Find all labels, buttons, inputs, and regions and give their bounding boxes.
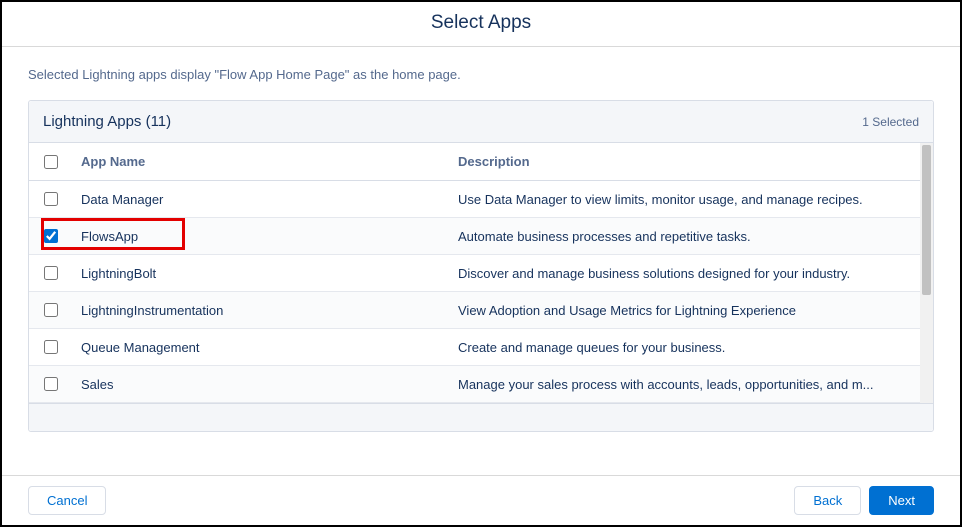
dialog-footer: Cancel Back Next	[2, 475, 960, 525]
row-desc-cell: Manage your sales process with accounts,…	[458, 377, 933, 392]
table-wrapper: App Name Description Data Manager Use Dat…	[29, 143, 933, 403]
row-name-cell: Sales	[73, 377, 458, 392]
row-name: FlowsApp	[81, 229, 138, 244]
row-name: LightningInstrumentation	[81, 303, 223, 318]
row-name-cell: LightningInstrumentation	[73, 303, 458, 318]
footer-right: Back Next	[794, 486, 934, 515]
table-row[interactable]: Queue Management Create and manage queues…	[29, 329, 933, 366]
row-desc-cell: Discover and manage business solutions d…	[458, 266, 933, 281]
row-name: LightningBolt	[81, 266, 156, 281]
dialog-title: Select Apps	[2, 12, 960, 34]
header-description: Description	[458, 154, 933, 169]
dialog-frame: Select Apps Selected Lightning apps disp…	[0, 0, 962, 527]
content-area: Selected Lightning apps display "Flow Ap…	[2, 47, 960, 475]
row-checkbox-cell	[29, 377, 73, 391]
row-name: Sales	[81, 377, 114, 392]
row-desc-cell: Automate business processes and repetiti…	[458, 229, 933, 244]
selected-count: 1 Selected	[862, 115, 919, 129]
row-description: Manage your sales process with accounts,…	[458, 377, 874, 392]
row-desc-cell: Create and manage queues for your busine…	[458, 340, 933, 355]
card-header: Lightning Apps (11) 1 Selected	[29, 101, 933, 143]
table-row[interactable]: LightningInstrumentation View Adoption an…	[29, 292, 933, 329]
row-checkbox[interactable]	[44, 377, 58, 391]
row-description: Discover and manage business solutions d…	[458, 266, 850, 281]
apps-card: Lightning Apps (11) 1 Selected App Name …	[28, 100, 934, 432]
row-name-cell: LightningBolt	[73, 266, 458, 281]
scrollbar-thumb[interactable]	[922, 145, 931, 295]
row-checkbox-cell	[29, 303, 73, 317]
table-header-row: App Name Description	[29, 143, 933, 181]
row-checkbox[interactable]	[44, 340, 58, 354]
table-row[interactable]: LightningBolt Discover and manage busines…	[29, 255, 933, 292]
table-row[interactable]: Data Manager Use Data Manager to view lim…	[29, 181, 933, 218]
row-description: View Adoption and Usage Metrics for Ligh…	[458, 303, 796, 318]
row-description: Use Data Manager to view limits, monitor…	[458, 192, 863, 207]
card-title: Lightning Apps (11)	[43, 113, 171, 130]
cancel-button[interactable]: Cancel	[28, 486, 106, 515]
row-name-cell: Data Manager	[73, 192, 458, 207]
table-row[interactable]: FlowsApp Automate business processes and …	[29, 218, 933, 255]
row-desc-cell: Use Data Manager to view limits, monitor…	[458, 192, 933, 207]
select-all-checkbox[interactable]	[44, 155, 58, 169]
header-name: App Name	[73, 154, 458, 169]
row-name: Queue Management	[81, 340, 200, 355]
row-name-cell: Queue Management	[73, 340, 458, 355]
row-checkbox[interactable]	[44, 192, 58, 206]
titlebar: Select Apps	[2, 2, 960, 47]
next-button[interactable]: Next	[869, 486, 934, 515]
row-checkbox-cell	[29, 229, 73, 243]
table-row[interactable]: Sales Manage your sales process with acco…	[29, 366, 933, 403]
table-body[interactable]: Data Manager Use Data Manager to view lim…	[29, 181, 933, 403]
row-name: Data Manager	[81, 192, 163, 207]
header-checkbox-cell	[29, 155, 73, 169]
row-checkbox-cell	[29, 340, 73, 354]
row-checkbox[interactable]	[44, 266, 58, 280]
back-button[interactable]: Back	[794, 486, 861, 515]
row-description: Automate business processes and repetiti…	[458, 229, 751, 244]
row-checkbox[interactable]	[44, 229, 58, 243]
row-description: Create and manage queues for your busine…	[458, 340, 725, 355]
subtitle-text: Selected Lightning apps display "Flow Ap…	[28, 67, 934, 82]
scrollbar-track[interactable]	[920, 143, 933, 403]
row-name-cell: FlowsApp	[73, 229, 458, 244]
row-checkbox-cell	[29, 266, 73, 280]
row-checkbox[interactable]	[44, 303, 58, 317]
row-checkbox-cell	[29, 192, 73, 206]
card-footer	[29, 403, 933, 431]
row-desc-cell: View Adoption and Usage Metrics for Ligh…	[458, 303, 933, 318]
